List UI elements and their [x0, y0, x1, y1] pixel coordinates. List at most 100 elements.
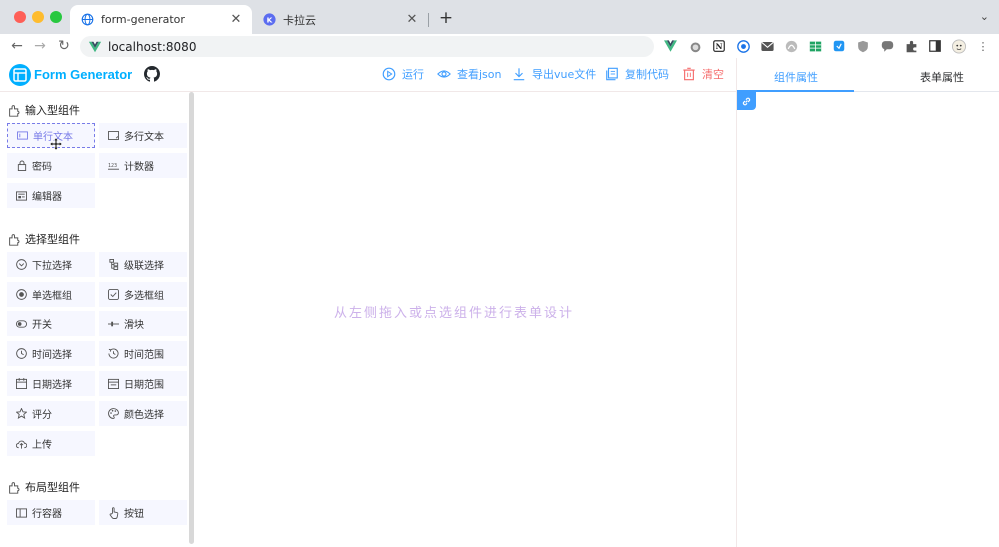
- extension-c-icon[interactable]: [736, 39, 750, 53]
- run-label: 运行: [402, 68, 424, 81]
- editor-icon: [16, 190, 27, 201]
- export-vue-button[interactable]: 导出vue文件: [512, 66, 596, 82]
- checkbox-icon: [108, 289, 119, 300]
- cascader-icon: [108, 259, 119, 270]
- component-group-icon: [9, 481, 20, 494]
- profile-avatar[interactable]: [952, 39, 966, 53]
- browser-tab-form-generator[interactable]: form-generator ✕: [70, 5, 252, 34]
- component-upload[interactable]: 上传: [7, 431, 95, 456]
- component-date-range[interactable]: 日期范围: [99, 371, 187, 396]
- svg-text:123: 123: [108, 162, 117, 168]
- tab-title: 卡拉云: [283, 13, 316, 27]
- kebab-menu-icon[interactable]: ⋮: [976, 39, 990, 53]
- property-tabs: 组件属性 表单属性: [737, 58, 999, 92]
- component-editor[interactable]: 编辑器: [7, 183, 95, 208]
- component-cascader[interactable]: 级联选择: [99, 252, 187, 277]
- component-number[interactable]: 123 计数器: [99, 153, 187, 178]
- reload-icon[interactable]: ↻: [55, 37, 73, 55]
- copy-code-label: 复制代码: [625, 68, 669, 81]
- kalayun-logo-icon: K: [262, 13, 276, 27]
- notion-extension-icon[interactable]: N: [712, 39, 726, 53]
- component-group-icon: [9, 104, 20, 117]
- extension-grid-icon[interactable]: [808, 39, 822, 53]
- back-arrow-icon[interactable]: ←: [8, 37, 26, 55]
- window-zoom-button[interactable]: [50, 11, 62, 23]
- component-color[interactable]: 颜色选择: [99, 401, 187, 426]
- window-close-button[interactable]: [14, 11, 26, 23]
- component-rate[interactable]: 评分: [7, 401, 95, 426]
- component-switch[interactable]: 开关: [7, 311, 95, 336]
- clear-button[interactable]: 清空: [682, 66, 724, 82]
- address-bar[interactable]: localhost:8080: [80, 36, 654, 57]
- select-icon: [16, 259, 27, 270]
- slider-icon: [108, 318, 119, 329]
- app-title[interactable]: Form Generator: [34, 67, 132, 82]
- svg-text:K: K: [266, 15, 272, 24]
- component-password[interactable]: 密码: [7, 153, 95, 178]
- download-icon: [513, 68, 525, 81]
- window-minimize-button[interactable]: [32, 11, 44, 23]
- github-icon[interactable]: [144, 66, 160, 82]
- extension-blue-square-icon[interactable]: [832, 39, 846, 53]
- forward-arrow-icon[interactable]: →: [31, 37, 49, 55]
- extension-circle-icon[interactable]: [784, 39, 798, 53]
- number-icon: 123: [108, 160, 119, 171]
- time-icon: [16, 348, 27, 359]
- trash-icon: [683, 67, 695, 81]
- upload-cloud-icon: [16, 438, 27, 449]
- copy-code-button[interactable]: 复制代码: [605, 66, 669, 82]
- document-link-button[interactable]: [737, 92, 756, 110]
- tab-form-properties[interactable]: 表单属性: [920, 69, 964, 85]
- mail-extension-icon[interactable]: [760, 39, 774, 53]
- clear-label: 清空: [702, 68, 724, 81]
- new-tab-button[interactable]: +: [437, 9, 455, 27]
- puzzle-icon[interactable]: [904, 39, 918, 53]
- close-icon[interactable]: ✕: [404, 12, 420, 27]
- extension-pot-icon[interactable]: [688, 39, 702, 53]
- switch-icon: [16, 318, 27, 329]
- browser-tab-kalayun[interactable]: K 卡拉云 ✕: [252, 5, 428, 34]
- play-circle-icon: [382, 67, 396, 81]
- export-vue-label: 导出vue文件: [532, 68, 597, 81]
- component-time-range[interactable]: 时间范围: [99, 341, 187, 366]
- component-group-icon: [9, 233, 20, 246]
- close-icon[interactable]: ✕: [228, 12, 244, 27]
- tab-component-properties[interactable]: 组件属性: [774, 69, 818, 85]
- time-range-icon: [108, 348, 119, 359]
- pointer-hand-icon: [108, 506, 119, 519]
- date-icon: [16, 378, 27, 389]
- copy-icon: [606, 67, 618, 81]
- group-title-layout: 布局型组件: [8, 479, 80, 495]
- vue-devtools-extension-icon[interactable]: [663, 39, 677, 53]
- component-checkbox[interactable]: 多选框组: [99, 282, 187, 307]
- component-row[interactable]: 行容器: [7, 500, 95, 525]
- star-icon: [16, 408, 27, 419]
- group-title-select: 选择型组件: [8, 231, 80, 247]
- move-cursor-icon: [50, 138, 62, 150]
- chevron-down-icon[interactable]: ⌄: [980, 10, 989, 23]
- date-range-icon: [108, 378, 119, 389]
- run-button[interactable]: 运行: [382, 66, 424, 82]
- component-radio[interactable]: 单选框组: [7, 282, 95, 307]
- row-container-icon: [16, 507, 27, 518]
- side-panel-icon[interactable]: [928, 39, 942, 53]
- textarea-icon: [108, 130, 119, 141]
- tab-title: form-generator: [101, 13, 185, 26]
- component-select[interactable]: 下拉选择: [7, 252, 95, 277]
- chat-bubble-extension-icon[interactable]: [880, 39, 894, 53]
- component-textarea[interactable]: 多行文本: [99, 123, 187, 148]
- eye-icon: [437, 70, 451, 78]
- component-slider[interactable]: 滑块: [99, 311, 187, 336]
- tab-separator: [428, 13, 429, 27]
- component-time[interactable]: 时间选择: [7, 341, 95, 366]
- component-panel-scrollbar[interactable]: [189, 92, 194, 544]
- component-button[interactable]: 按钮: [99, 500, 187, 525]
- password-icon: [16, 160, 27, 171]
- radio-icon: [16, 289, 27, 300]
- shield-icon[interactable]: [856, 39, 870, 53]
- view-json-label: 查看json: [457, 68, 502, 81]
- globe-icon: [80, 13, 94, 27]
- svg-text:N: N: [716, 42, 723, 51]
- component-date[interactable]: 日期选择: [7, 371, 95, 396]
- view-json-button[interactable]: 查看json: [437, 66, 502, 82]
